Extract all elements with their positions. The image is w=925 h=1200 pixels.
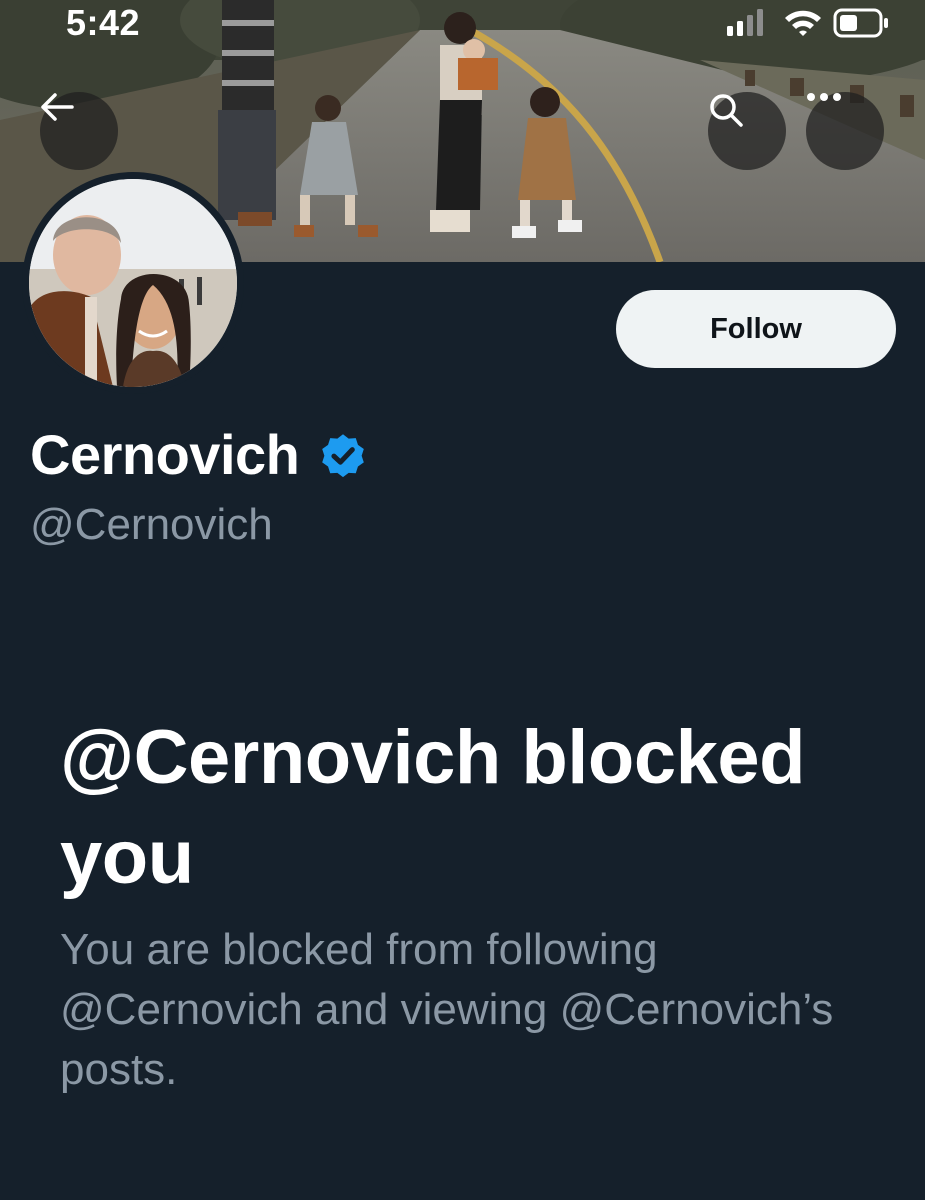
verified-badge-icon[interactable] [317, 431, 369, 483]
status-bar: 5:42 [0, 0, 925, 52]
display-name-row: Cernovich [30, 422, 369, 487]
more-options-button[interactable] [806, 92, 884, 170]
display-name: Cernovich [30, 423, 300, 486]
search-button[interactable] [708, 92, 786, 170]
status-icons [727, 8, 897, 38]
search-icon [710, 94, 743, 127]
more-horizontal-icon [807, 93, 841, 101]
profile-handle: @Cernovich [30, 500, 273, 549]
arrow-left-icon [41, 93, 74, 121]
status-time: 5:42 [66, 2, 141, 43]
signal-icon [727, 9, 763, 36]
follow-button[interactable]: Follow [616, 290, 896, 368]
blocked-title: @Cernovich blocked you [60, 715, 806, 900]
profile-avatar[interactable] [22, 172, 244, 394]
avatar-photo [29, 179, 237, 387]
wifi-icon [785, 10, 821, 36]
back-button[interactable] [40, 92, 118, 170]
blocked-description: You are blocked from following @Cernovic… [60, 925, 834, 1094]
battery-icon [833, 8, 888, 38]
